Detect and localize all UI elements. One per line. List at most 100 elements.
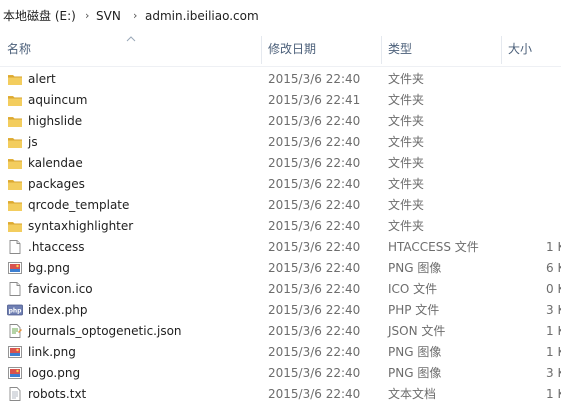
- file-row[interactable]: syntaxhighlighter 2015/3/6 22:40 文件夹: [0, 215, 561, 236]
- breadcrumb-item-folder[interactable]: admin.ibeiliao.com: [145, 8, 259, 24]
- file-date: 2015/3/6 22:40: [268, 135, 361, 149]
- file-date: 2015/3/6 22:40: [268, 366, 361, 380]
- file-name: aquincum: [28, 93, 88, 107]
- file-row[interactable]: robots.txt 2015/3/6 22:40 文本文档 1 K: [0, 383, 561, 404]
- file-type: ICO 文件: [388, 282, 438, 296]
- file-row[interactable]: qrcode_template 2015/3/6 22:40 文件夹: [0, 194, 561, 215]
- file-row[interactable]: .htaccess 2015/3/6 22:40 HTACCESS 文件 1 K: [0, 236, 561, 257]
- file-type: 文件夹: [388, 93, 425, 107]
- file-row[interactable]: packages 2015/3/6 22:40 文件夹: [0, 173, 561, 194]
- folder-icon: [7, 92, 23, 108]
- file-size: 1 K: [546, 345, 561, 359]
- folder-icon: [7, 71, 23, 87]
- file-row[interactable]: alert 2015/3/6 22:40 文件夹: [0, 68, 561, 89]
- file-name: qrcode_template: [28, 198, 130, 212]
- file-row[interactable]: php index.php 2015/3/6 22:40 PHP 文件 3 K: [0, 299, 561, 320]
- column-header-size[interactable]: 大小: [508, 41, 532, 57]
- file-type: PNG 图像: [388, 366, 442, 380]
- file-date: 2015/3/6 22:40: [268, 324, 361, 338]
- file-name: robots.txt: [28, 387, 87, 401]
- blank-file-icon: [7, 281, 23, 297]
- php-file-icon: php: [7, 302, 23, 318]
- file-date: 2015/3/6 22:40: [268, 303, 361, 317]
- file-name: journals_optogenetic.json: [28, 324, 182, 338]
- column-divider[interactable]: [501, 36, 502, 64]
- file-type: 文件夹: [388, 72, 425, 86]
- file-row[interactable]: journals_optogenetic.json 2015/3/6 22:40 J…: [0, 320, 561, 341]
- text-file-icon: [7, 386, 23, 402]
- file-date: 2015/3/6 22:40: [268, 219, 361, 233]
- file-name: js: [28, 135, 38, 149]
- file-size: 0 K: [546, 282, 561, 296]
- file-size: 1 K: [546, 240, 561, 254]
- file-row[interactable]: logo.png 2015/3/6 22:40 PNG 图像 3 K: [0, 362, 561, 383]
- file-row[interactable]: link.png 2015/3/6 22:40 PNG 图像 1 K: [0, 341, 561, 362]
- file-type: PNG 图像: [388, 261, 442, 275]
- breadcrumb: 本地磁盘 (E:) › SVN › admin.ibeiliao.com: [0, 0, 561, 32]
- column-header-name[interactable]: 名称: [7, 41, 31, 57]
- folder-icon: [7, 218, 23, 234]
- json-file-icon: [7, 323, 23, 339]
- file-date: 2015/3/6 22:40: [268, 282, 361, 296]
- file-date: 2015/3/6 22:40: [268, 345, 361, 359]
- file-name: index.php: [28, 303, 88, 317]
- file-size: 3 K: [546, 366, 561, 380]
- blank-file-icon: [7, 239, 23, 255]
- column-header-bar: 名称 修改日期 类型 大小: [0, 32, 561, 67]
- breadcrumb-separator[interactable]: ›: [133, 8, 137, 24]
- image-file-icon: [7, 344, 23, 360]
- file-name: .htaccess: [28, 240, 85, 254]
- folder-icon: [7, 113, 23, 129]
- file-row[interactable]: aquincum 2015/3/6 22:41 文件夹: [0, 89, 561, 110]
- file-type: 文件夹: [388, 219, 425, 233]
- file-type: PNG 图像: [388, 345, 442, 359]
- breadcrumb-item-drive[interactable]: 本地磁盘 (E:): [3, 8, 76, 24]
- file-name: highslide: [28, 114, 83, 128]
- file-size: 1 K: [546, 387, 561, 401]
- file-size: 1 K: [546, 324, 561, 338]
- file-row[interactable]: js 2015/3/6 22:40 文件夹: [0, 131, 561, 152]
- breadcrumb-separator[interactable]: ›: [85, 8, 89, 24]
- file-type: HTACCESS 文件: [388, 240, 479, 254]
- file-date: 2015/3/6 22:40: [268, 387, 361, 401]
- file-size: 6 K: [546, 261, 561, 275]
- column-header-type[interactable]: 类型: [388, 41, 412, 57]
- breadcrumb-item-svn[interactable]: SVN: [96, 8, 121, 24]
- sort-ascending-icon: [126, 36, 136, 42]
- file-date: 2015/3/6 22:40: [268, 261, 361, 275]
- file-row[interactable]: highslide 2015/3/6 22:40 文件夹: [0, 110, 561, 131]
- file-date: 2015/3/6 22:40: [268, 177, 361, 191]
- file-date: 2015/3/6 22:40: [268, 114, 361, 128]
- file-type: 文件夹: [388, 156, 425, 170]
- column-header-date[interactable]: 修改日期: [268, 41, 316, 57]
- svg-text:php: php: [9, 308, 23, 315]
- file-type: 文件夹: [388, 135, 425, 149]
- folder-icon: [7, 197, 23, 213]
- file-row[interactable]: bg.png 2015/3/6 22:40 PNG 图像 6 K: [0, 257, 561, 278]
- column-divider[interactable]: [261, 36, 262, 64]
- column-divider[interactable]: [381, 36, 382, 64]
- file-date: 2015/3/6 22:40: [268, 156, 361, 170]
- file-size: 3 K: [546, 303, 561, 317]
- file-date: 2015/3/6 22:41: [268, 93, 361, 107]
- file-row[interactable]: favicon.ico 2015/3/6 22:40 ICO 文件 0 K: [0, 278, 561, 299]
- file-name: syntaxhighlighter: [28, 219, 134, 233]
- folder-icon: [7, 134, 23, 150]
- file-name: favicon.ico: [28, 282, 93, 296]
- file-name: packages: [28, 177, 85, 191]
- folder-icon: [7, 155, 23, 171]
- file-name: alert: [28, 72, 56, 86]
- folder-icon: [7, 176, 23, 192]
- image-file-icon: [7, 260, 23, 276]
- file-date: 2015/3/6 22:40: [268, 72, 361, 86]
- file-name: bg.png: [28, 261, 70, 275]
- file-name: link.png: [28, 345, 76, 359]
- file-name: kalendae: [28, 156, 83, 170]
- file-type: 文件夹: [388, 198, 425, 212]
- image-file-icon: [7, 365, 23, 381]
- file-type: PHP 文件: [388, 303, 440, 317]
- file-row[interactable]: kalendae 2015/3/6 22:40 文件夹: [0, 152, 561, 173]
- file-type: 文件夹: [388, 177, 425, 191]
- file-name: logo.png: [28, 366, 81, 380]
- file-type: JSON 文件: [388, 324, 446, 338]
